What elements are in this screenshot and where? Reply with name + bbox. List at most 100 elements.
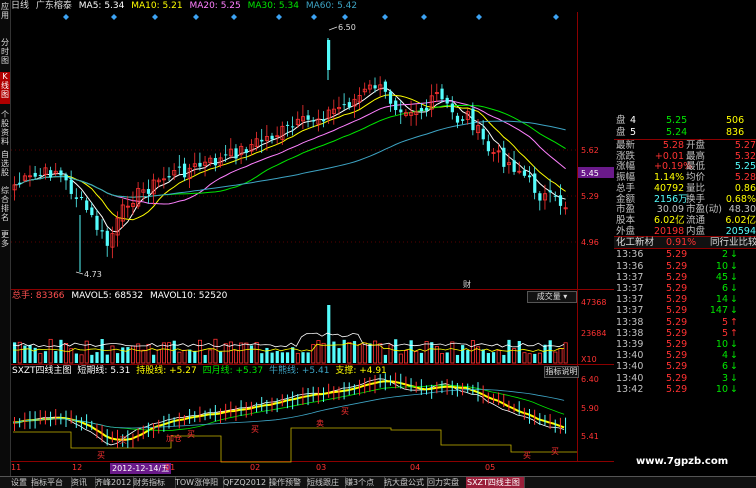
kline-chart-area[interactable]: 6.50 4.73 财 5.62 5.29 4.96 5.45 47368 23… (11, 0, 614, 476)
arrow-down-icon: ↓ (730, 271, 738, 283)
bottom-tab-bar: 设置 指标平台 资讯 齐峰2012 财务指标 TOW涨停阳 QFZQ2012 操作预警 短线跟庄… (0, 476, 756, 488)
nav-item[interactable]: 自选股 (0, 150, 10, 180)
tab-5[interactable]: TOW涨停阳 (174, 477, 224, 488)
quote-cell: 5.28 (734, 172, 756, 184)
arrow-down-icon: ↓ (730, 350, 738, 362)
tab-11[interactable]: 回力实盘 (426, 477, 468, 488)
quote-cell: 5.29 (666, 327, 688, 339)
quote-cell: 股本 (616, 214, 636, 226)
stat-row: 金额 2156万 换手 0.68% (614, 194, 756, 205)
quote-cell: 涨幅 (616, 161, 636, 173)
quote-cell: 4 (630, 115, 637, 126)
quote-cell: +0.19% (654, 161, 693, 173)
mavol5-label: MAVOL5: 68532 (71, 291, 144, 301)
tab-8[interactable]: 短线跟庄 (306, 477, 346, 488)
arrow-down-icon: ↓ (730, 338, 738, 350)
tick-row: 13:38 5.29 5 ↑ (614, 328, 756, 339)
quote-cell: 10 (715, 383, 728, 395)
quote-cell: 13:40 (616, 372, 644, 384)
tab-9[interactable]: 赚3个点 (344, 477, 385, 488)
quote-cell: 5.29 (666, 260, 688, 272)
quote-cell: 13:38 (616, 316, 644, 328)
quote-cell: 10 (715, 260, 728, 272)
tab-7[interactable]: 操作预警 (268, 477, 308, 488)
volume-tick: 47368 (581, 298, 606, 307)
quote-cell: 市盈(动) (686, 204, 722, 216)
x-axis-label: 04 (410, 463, 421, 472)
panel-frames (11, 12, 614, 462)
quote-cell: 换手 (686, 193, 706, 205)
quote-cell: 5.24 (666, 126, 688, 138)
quote-cell: 6.02亿 (654, 214, 685, 226)
industry-row: 化工新材 0.91% 同行业比较 (614, 236, 756, 250)
indicator-explain-button[interactable]: 指标说明 (544, 366, 579, 378)
stat-row: 振幅 1.14% 均价 5.28 (614, 172, 756, 183)
tab-12[interactable]: SXZT四线主图 (466, 477, 525, 488)
nav-item[interactable]: K线图 (0, 72, 10, 104)
nav-item[interactable]: 应用 (0, 2, 10, 20)
tab-10[interactable]: 抗大盘公式 (383, 477, 428, 488)
x-axis-cursor-date: 2012-12-14/五 (110, 463, 172, 474)
quote-cell: 5.29 (666, 305, 688, 317)
high-pointer (328, 26, 338, 31)
quote-cell: 5.29 (666, 338, 688, 350)
buy-signal: 买 (551, 447, 559, 456)
candlesticks (12, 38, 568, 272)
nav-item[interactable]: 更多 (0, 230, 10, 252)
quote-cell: 盘 (616, 115, 626, 126)
x-axis-label: 03 (316, 463, 327, 472)
quote-cell: 5.25 (734, 161, 756, 173)
nav-item[interactable]: 分时图 (0, 38, 10, 66)
stat-row: 市盈 30.09 市盈(动) 48.30 (614, 204, 756, 215)
quote-cell: 5.32 (734, 150, 756, 162)
add-position-signal: 加仓 (166, 433, 182, 443)
stat-row: 股本 6.02亿 流通 6.02亿 (614, 215, 756, 226)
quote-cell: 13:36 (616, 260, 644, 272)
price-tick: 4.96 (581, 238, 599, 247)
industry-compare-button[interactable]: 同行业比较 (710, 237, 756, 248)
bull-bear-line-label: 牛熊线: +5.41 (268, 366, 330, 376)
quote-cell: 5 (721, 327, 728, 339)
quote-cell: 2 (721, 249, 728, 261)
quote-cell: 20198 (654, 225, 685, 237)
quote-cell: 6.02亿 (725, 214, 756, 226)
low-label: 4.73 (84, 270, 102, 279)
tab-2[interactable]: 资讯 (70, 477, 96, 488)
nav-item[interactable]: 综合排名 (0, 186, 10, 224)
quote-cell: 6 (721, 282, 728, 294)
quote-panel: 盘 4 5.25 506 盘 5 5.24 836 最新 5.28 开盘 5.27 涨跌 +0.01 最高 5… (614, 115, 756, 476)
finance-marker[interactable]: 财 (463, 279, 471, 289)
volume-indicator-dropdown[interactable]: 成交量 ▾ (527, 291, 577, 303)
arrow-down-icon: ↓ (730, 260, 738, 272)
quote-cell: 48.30 (728, 204, 756, 216)
quote-cell: 10 (715, 338, 728, 350)
tick-row: 13:37 5.29 6 ↓ (614, 283, 756, 294)
indicator-tick: 5.90 (581, 404, 599, 413)
buy-signal: 买 (523, 451, 531, 460)
tick-row: 13:36 5.29 10 ↓ (614, 261, 756, 272)
current-price-label: 5.45 (581, 169, 599, 178)
tick-row: 13:38 5.29 5 ↑ (614, 317, 756, 328)
tab-3[interactable]: 齐峰2012 (94, 477, 134, 488)
tab-6[interactable]: QFZQ2012 (222, 477, 270, 488)
quote-cell: 总手 (616, 182, 636, 194)
quote-cell: 20594 (725, 225, 756, 237)
quote-cell: 6 (721, 361, 728, 373)
indicator-lines (12, 372, 577, 463)
volume-multiplier: X10 (581, 355, 597, 364)
tab-4[interactable]: 财务指标 (132, 477, 176, 488)
quote-cell: 内盘 (686, 225, 706, 237)
buy-signal: 买 (251, 425, 259, 434)
tick-row: 13:36 5.29 2 ↓ (614, 249, 756, 260)
arrow-down-icon: ↓ (730, 294, 738, 306)
tick-row: 13:40 5.29 3 ↓ (614, 373, 756, 384)
high-label: 6.50 (338, 23, 356, 32)
stat-row: 总手 40792 量比 0.86 (614, 183, 756, 194)
nav-item[interactable]: 个股资料 (0, 110, 10, 146)
stat-row: 外盘 20198 内盘 20594 (614, 226, 756, 237)
tick-row: 13:40 5.29 6 ↓ (614, 361, 756, 372)
tab-1[interactable]: 指标平台 (30, 477, 72, 488)
quote-cell: 盘 (616, 126, 626, 138)
arrow-up-icon: ↑ (730, 316, 738, 328)
x-axis-label: 11 (11, 463, 22, 472)
